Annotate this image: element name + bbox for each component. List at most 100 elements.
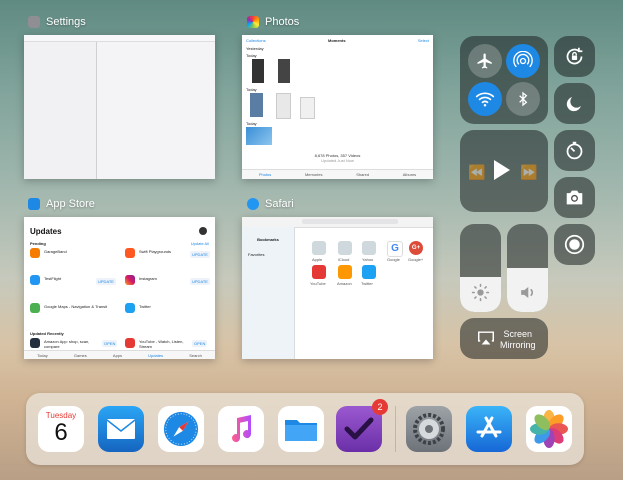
omnifocus-app-icon[interactable]: 2 <box>336 399 388 452</box>
appstore-app-icon <box>28 198 40 210</box>
appstore-dock-icon[interactable] <box>466 406 512 452</box>
settings-topbar <box>24 35 215 42</box>
safari-card-title[interactable]: Safari <box>247 198 294 210</box>
rewind-icon[interactable]: ⏪ <box>468 164 485 181</box>
photo-thumb[interactable] <box>252 59 264 83</box>
update-all-button[interactable]: Update All <box>191 241 209 246</box>
photos-dock-icon[interactable] <box>526 406 572 452</box>
photos-app-icon <box>247 16 259 28</box>
play-icon[interactable] <box>494 160 510 180</box>
app-icon-garageband <box>30 248 40 258</box>
screen-recording-button[interactable] <box>554 224 595 265</box>
notification-badge: 2 <box>372 399 388 415</box>
files-app-icon[interactable] <box>278 406 324 452</box>
screen-mirroring-button[interactable]: Screen Mirroring <box>460 318 548 359</box>
favorite-tile[interactable] <box>312 241 326 255</box>
airdrop-toggle[interactable] <box>506 44 540 78</box>
settings-dock-icon[interactable] <box>406 406 452 452</box>
photos-card-title[interactable]: Photos <box>247 16 299 28</box>
appstore-tab[interactable]: Search <box>189 353 202 358</box>
safari-card-snapshot[interactable]: Bookmarks Favorites Apple iCloud Yahoo G… <box>242 217 433 359</box>
timer-icon <box>566 141 583 160</box>
photos-group-label: Today <box>246 53 257 58</box>
app-icon-google-maps <box>30 303 40 313</box>
photos-select-button[interactable]: Select <box>418 38 429 43</box>
google-favicon-icon[interactable]: G <box>387 241 403 257</box>
appstore-app-name: GarageBand <box>44 249 67 254</box>
bluetooth-icon <box>519 91 528 107</box>
safari-sidebar-item[interactable]: Favorites <box>248 252 294 257</box>
app-icon-twitter <box>125 303 135 313</box>
screen-mirroring-icon <box>478 331 494 345</box>
appstore-tab-bar: Today Games Apps Updates Search <box>24 350 215 359</box>
screen-mirroring-label-line1: Screen <box>503 329 533 339</box>
photos-section-header: Yesterday <box>246 46 264 51</box>
brightness-slider[interactable] <box>460 224 501 312</box>
update-button[interactable]: UPDATE <box>190 278 210 285</box>
camera-icon <box>566 190 583 205</box>
photo-thumb[interactable] <box>246 127 272 145</box>
photos-tab[interactable]: Albums <box>403 172 416 177</box>
photo-thumb[interactable] <box>300 97 315 119</box>
mail-app-icon[interactable] <box>98 406 144 452</box>
appstore-card-title[interactable]: App Store <box>28 198 95 210</box>
update-button[interactable]: UPDATE <box>96 278 116 285</box>
youtube-favicon-icon[interactable] <box>312 265 326 279</box>
photos-group-label: Today <box>246 121 257 126</box>
app-icon-youtube <box>125 338 135 348</box>
appstore-recent-header: Updated Recently <box>30 331 64 336</box>
music-app-icon[interactable] <box>218 406 264 452</box>
favorite-tile[interactable] <box>338 241 352 255</box>
safari-sidebar: Bookmarks Favorites <box>242 227 295 359</box>
appstore-tab[interactable]: Apps <box>113 353 122 358</box>
photos-tab[interactable]: Photos <box>259 172 271 177</box>
appstore-card-label: App Store <box>46 198 95 210</box>
photo-thumb[interactable] <box>250 93 263 117</box>
appstore-card-snapshot[interactable]: Updates Pending Update All GarageBand Te… <box>24 217 215 359</box>
settings-card-snapshot[interactable] <box>24 35 215 179</box>
appstore-tab[interactable]: Games <box>74 353 87 358</box>
open-button[interactable]: OPEN <box>192 340 208 347</box>
favorite-label: YouTube <box>310 281 326 286</box>
photos-tab[interactable]: Shared <box>356 172 369 177</box>
sun-icon <box>471 283 490 302</box>
safari-address-bar[interactable] <box>302 219 398 224</box>
airplane-mode-toggle[interactable] <box>468 44 502 78</box>
camera-button[interactable] <box>554 177 595 218</box>
appstore-tab[interactable]: Updates <box>148 353 163 358</box>
appstore-app-name: Twitter <box>139 304 151 309</box>
record-icon <box>564 234 585 255</box>
photos-back-link[interactable]: Collections <box>246 38 266 43</box>
appstore-tab[interactable]: Today <box>37 353 48 358</box>
update-button[interactable]: UPDATE <box>190 251 210 258</box>
settings-card-title[interactable]: Settings <box>28 16 86 28</box>
app-store-a-icon <box>476 416 502 438</box>
bluetooth-toggle[interactable] <box>506 82 540 116</box>
safari-dock-icon[interactable] <box>158 406 204 452</box>
photo-thumb[interactable] <box>276 93 291 119</box>
settings-card-label: Settings <box>46 16 86 28</box>
calendar-app-icon[interactable]: Tuesday 6 <box>38 406 84 452</box>
favorite-label: Google <box>387 257 400 262</box>
wifi-toggle[interactable] <box>468 82 502 116</box>
favorite-label: Google+ <box>408 257 424 262</box>
rotation-lock-button[interactable] <box>554 36 595 77</box>
checkmark-icon <box>344 417 374 440</box>
fast-forward-icon[interactable]: ⏩ <box>520 164 537 181</box>
timer-button[interactable] <box>554 130 595 171</box>
favorite-tile[interactable] <box>362 241 376 255</box>
open-button[interactable]: OPEN <box>102 340 118 347</box>
appstore-app-name: Swift Playgrounds <box>139 249 172 254</box>
googleplus-favicon-icon[interactable]: G+ <box>409 241 423 255</box>
photos-nav-title: Moments <box>328 38 346 43</box>
avatar[interactable] <box>199 227 207 235</box>
safari-card-label: Safari <box>265 198 294 210</box>
photos-card-snapshot[interactable]: Collections Moments Select Yesterday Tod… <box>242 35 433 179</box>
do-not-disturb-button[interactable] <box>554 83 595 124</box>
photo-thumb[interactable] <box>278 59 290 83</box>
twitter-favicon-icon[interactable] <box>362 265 376 279</box>
amazon-favicon-icon[interactable] <box>338 265 352 279</box>
photos-tab[interactable]: Memories <box>305 172 323 177</box>
volume-slider[interactable] <box>507 224 548 312</box>
dock-divider <box>395 406 396 452</box>
